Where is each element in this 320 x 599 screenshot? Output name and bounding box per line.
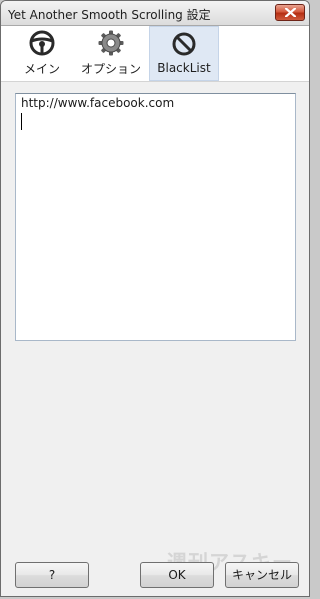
tab-options-label: オプション [80,62,141,76]
tab-options[interactable]: オプション [73,26,149,81]
tab-blacklist[interactable]: BlackList [149,26,219,81]
tab-main-label: メイン [23,62,60,76]
title-bar[interactable]: Yet Another Smooth Scrolling 設定 [1,1,309,26]
help-button[interactable]: ? [15,562,89,588]
blacklist-url: http://www.facebook.com [21,96,175,110]
gear-icon [98,30,124,56]
tab-toolbar: メイン オプション BlackList [1,26,309,82]
tab-blacklist-label: BlackList [157,61,211,75]
window-title: Yet Another Smooth Scrolling 設定 [8,8,211,22]
text-caret [21,113,22,130]
cancel-button[interactable]: キャンセル [225,562,299,588]
ok-button[interactable]: OK [140,562,214,588]
prohibited-icon [172,32,196,56]
close-icon [285,8,296,17]
settings-window: Yet Another Smooth Scrolling 設定 メイン オプショ… [0,0,310,597]
tab-main[interactable]: メイン [11,26,73,81]
close-button[interactable] [275,4,305,21]
blacklist-textarea[interactable]: http://www.facebook.com [15,93,296,341]
steering-wheel-icon [29,30,55,56]
